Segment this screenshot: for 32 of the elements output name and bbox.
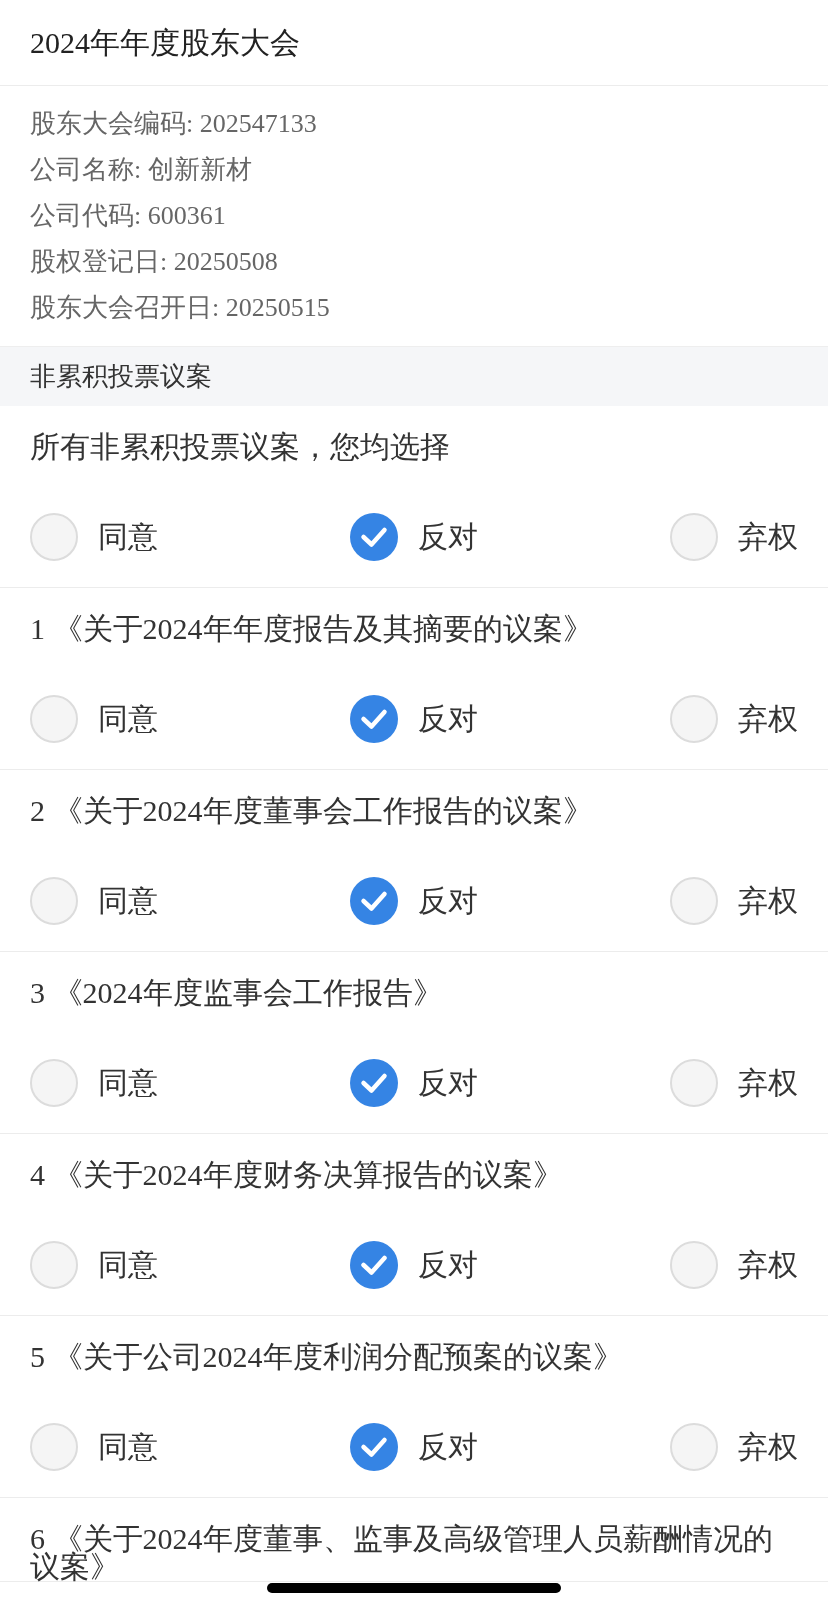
proposal-title: 5 《关于公司2024年度利润分配预案的议案》: [30, 1343, 624, 1371]
vote-option[interactable]: 反对: [350, 877, 478, 925]
vote-option[interactable]: 同意: [30, 695, 158, 743]
vote-option[interactable]: 同意: [30, 1241, 158, 1289]
meeting-info-line: 股权登记日: 20250508: [30, 246, 279, 278]
vote-option[interactable]: 反对: [350, 1423, 478, 1471]
page-title: 2024年年度股东大会: [30, 24, 300, 61]
vote-option[interactable]: 弃权: [670, 1241, 798, 1289]
proposal-title: 3 《2024年度监事会工作报告》: [30, 979, 444, 1007]
meeting-info-line: 公司代码: 600361: [30, 200, 227, 232]
vote-option[interactable]: 同意: [30, 1059, 158, 1107]
vote-option[interactable]: 弃权: [670, 1059, 798, 1107]
vote-option[interactable]: 同意: [30, 877, 158, 925]
vote-option[interactable]: 同意: [30, 1423, 158, 1471]
proposal-title: 1 《关于2024年年度报告及其摘要的议案》: [30, 615, 594, 643]
meeting-info-line: 股东大会召开日: 20250515: [30, 292, 331, 324]
vote-option[interactable]: 弃权: [670, 877, 798, 925]
vote-option[interactable]: 弃权: [670, 695, 798, 743]
vote-prompt: 所有非累积投票议案，您均选择: [30, 433, 451, 461]
vote-option[interactable]: 反对: [350, 695, 478, 743]
section-title: 非累积投票议案: [30, 361, 212, 393]
vote-option[interactable]: 弃权: [670, 1423, 798, 1471]
meeting-info-line: 股东大会编码: 202547133: [30, 108, 318, 140]
proposal-title: 4 《关于2024年度财务决算报告的议案》: [30, 1161, 564, 1189]
vote-option[interactable]: 反对: [350, 1241, 478, 1289]
meeting-info-line: 公司名称: 创新新材: [30, 154, 253, 186]
vote-option[interactable]: 同意: [30, 513, 158, 561]
proposal-title: 2 《关于2024年度董事会工作报告的议案》: [30, 797, 594, 825]
vote-option[interactable]: 反对: [350, 1059, 478, 1107]
vote-option[interactable]: 弃权: [670, 513, 798, 561]
proposal-title: 6 《关于2024年度董事、监事及高级管理人员薪酬情况的议案》: [30, 1525, 774, 1581]
vote-option[interactable]: 反对: [350, 513, 478, 561]
